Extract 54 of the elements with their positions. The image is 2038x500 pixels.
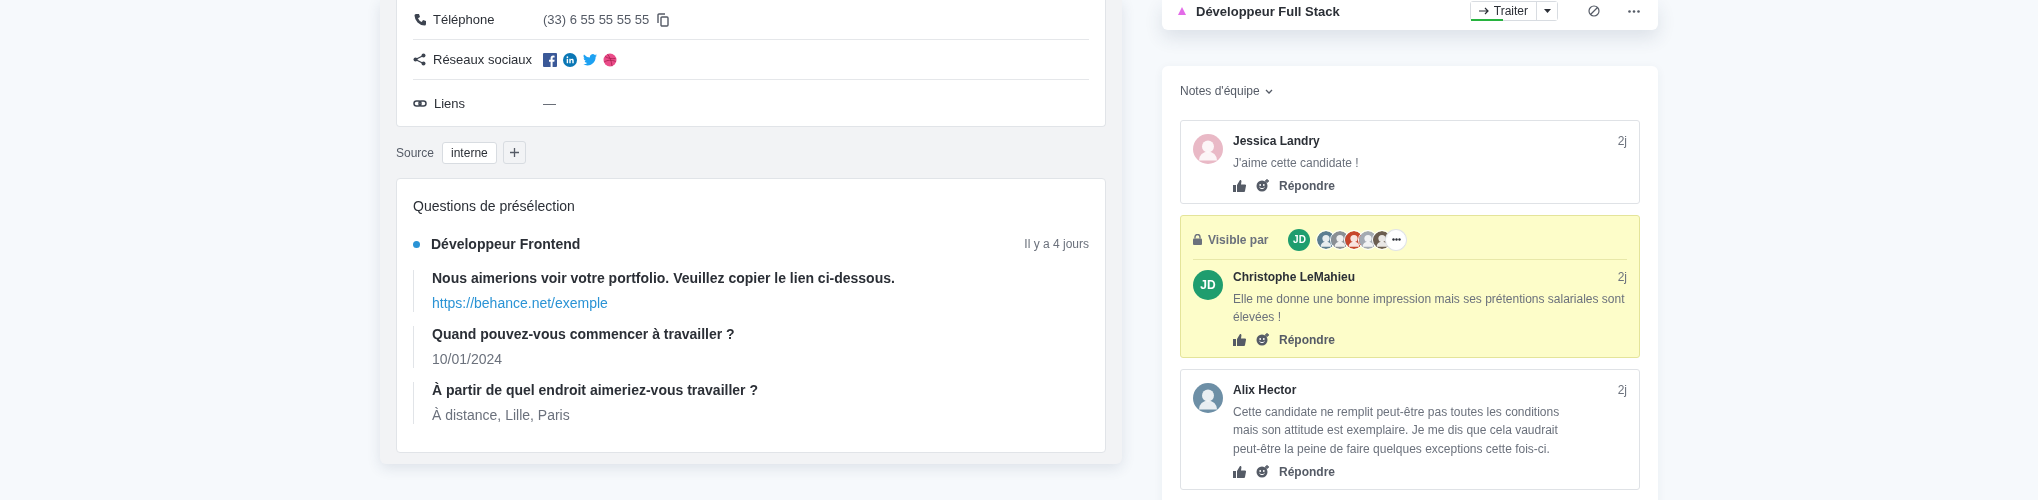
job-title: Développeur Full Stack (1196, 3, 1341, 19)
reply-link[interactable]: Répondre (1279, 464, 1335, 479)
avatar-placeholder (1193, 382, 1223, 413)
thumbs-up-icon[interactable] (1233, 333, 1246, 346)
note-text: Elle me donne une bonne impression mais ses prétentions salariales sont élevées ! (1233, 290, 1626, 327)
timestamp: 2j (1617, 269, 1627, 284)
timestamp: 2j (1617, 382, 1627, 397)
linkedin-icon[interactable] (563, 52, 577, 67)
answer-text: À distance, Lille, Paris (432, 407, 570, 423)
share-icon (413, 53, 426, 66)
thumbs-up-icon[interactable] (1233, 465, 1246, 478)
reply-link[interactable]: Répondre (1279, 332, 1335, 347)
twitter-icon[interactable] (583, 53, 597, 66)
note-text: J'aime cette candidate ! (1233, 155, 1360, 172)
author-name: Jessica Landry (1233, 134, 1320, 148)
timestamp: 2j (1617, 134, 1627, 148)
answer-text: 10/01/2024 (432, 351, 503, 367)
arrow-right-icon (1478, 7, 1489, 15)
chevron-down-icon (1264, 88, 1273, 94)
field-label: Téléphone (433, 12, 495, 27)
emoji-add-icon[interactable] (1256, 333, 1269, 347)
empty-value: — (543, 95, 556, 111)
more-icon (1392, 238, 1401, 242)
thumbs-up-icon[interactable] (1233, 179, 1246, 192)
emoji-add-icon[interactable] (1256, 179, 1269, 193)
lock-icon (1193, 234, 1202, 246)
initials-avatar: JD (1193, 269, 1223, 300)
phone-icon (413, 13, 426, 26)
phone-number: (33) 6 55 55 55 55 (543, 12, 650, 27)
author-name: Alix Hector (1233, 382, 1297, 397)
avatar-placeholder (1193, 134, 1223, 164)
copy-icon[interactable] (657, 12, 670, 27)
section-title: Questions de présélection (413, 198, 575, 214)
author-name: Christophe LeMahieu (1233, 269, 1355, 284)
question-text: Nous aimerions voir votre portfolio. Veuillez copier le lien ci-dessous. (432, 270, 895, 286)
facebook-icon[interactable] (543, 52, 557, 67)
visibility-label: Visible par (1208, 232, 1269, 247)
dribbble-icon[interactable] (603, 52, 617, 67)
source-label: Source (396, 145, 435, 160)
more-viewers-button[interactable] (1386, 229, 1407, 250)
question-text: À partir de quel endroit aimeriez-vous travailler ? (432, 382, 758, 398)
field-label: Liens (434, 95, 466, 111)
process-button[interactable]: Traiter (1470, 2, 1537, 20)
job-title: Développeur Frontend (431, 236, 582, 252)
block-icon[interactable] (1588, 5, 1600, 17)
question-text: Quand pouvez-vous commencer à travailler ? (432, 326, 735, 342)
reply-link[interactable]: Répondre (1279, 178, 1335, 193)
field-label: Réseaux sociaux (433, 52, 532, 67)
emoji-add-icon[interactable] (1256, 465, 1269, 479)
more-icon[interactable] (1628, 9, 1640, 13)
timestamp: Il y a 4 jours (1024, 237, 1089, 251)
note-text: Cette candidate ne remplit peut-être pas toutes les conditions mais son attitude est exemplaire. Je me dis que cela vaudrait peut-être la peine de faire quelques exceptions cette fois-ci. (1233, 403, 1561, 458)
initials-avatar: JD (1288, 228, 1311, 251)
caret-icon (1543, 9, 1551, 13)
